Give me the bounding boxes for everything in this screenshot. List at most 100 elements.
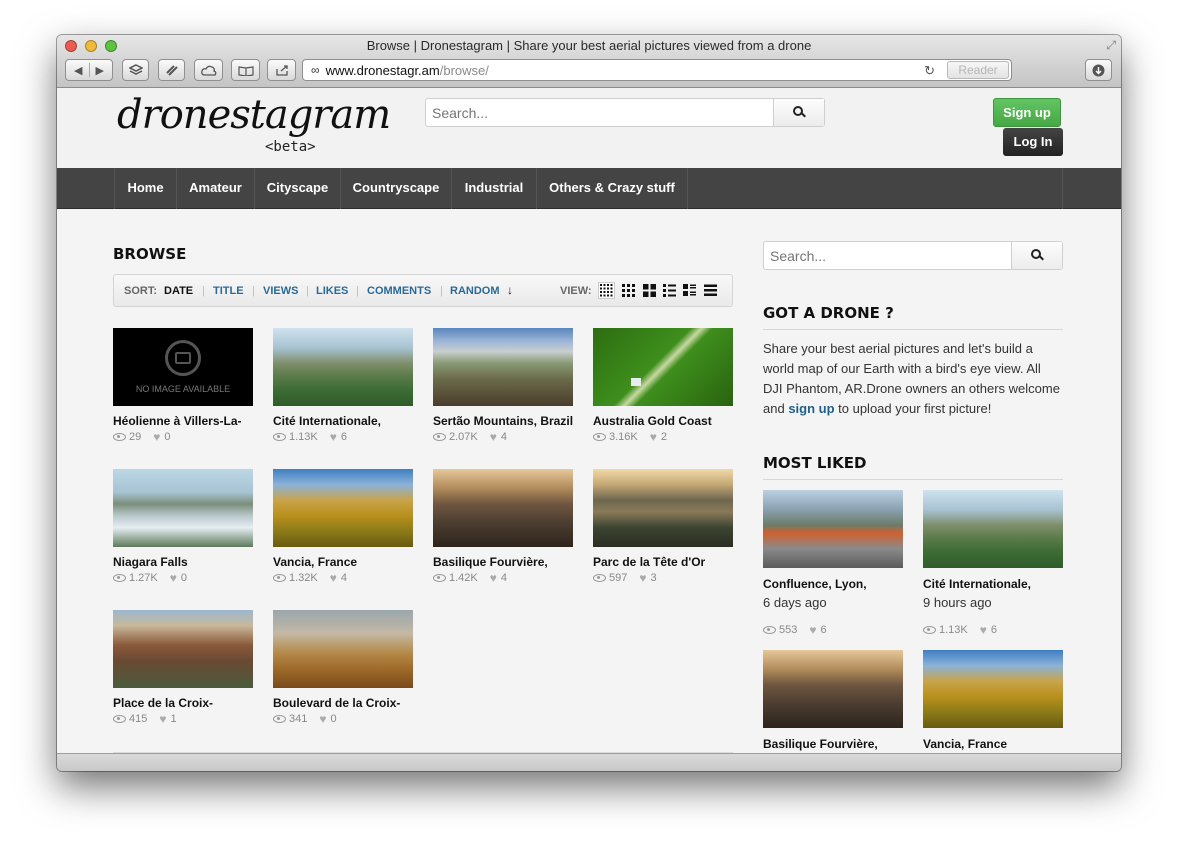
photo-title[interactable]: Héolienne à Villers-La- — [113, 414, 253, 428]
photo-thumbnail[interactable] — [113, 469, 253, 547]
photo-title[interactable]: Basilique Fourvière, — [763, 737, 903, 751]
sort-separator: | — [440, 285, 443, 297]
horizontal-scrollbar[interactable] — [57, 753, 1121, 771]
login-button[interactable]: Log In — [1003, 128, 1063, 156]
view-count: 2.07K — [449, 431, 478, 443]
photo-card[interactable]: Place de la Croix- 415 ♥ 1 — [113, 610, 253, 726]
back-arrow-icon[interactable]: ◀ — [74, 64, 82, 77]
view-small-grid-icon[interactable] — [598, 282, 615, 299]
most-liked-card[interactable]: Confluence, Lyon, 6 days ago 553 ♥ 6 — [763, 490, 903, 637]
photo-title[interactable]: Vancia, France — [923, 737, 1063, 751]
reader-button[interactable]: Reader — [947, 61, 1009, 79]
view-count: 1.13K — [289, 431, 318, 443]
photo-card[interactable]: Boulevard de la Croix- 341 ♥ 0 — [273, 610, 413, 726]
photo-card[interactable]: Niagara Falls 1.27K ♥ 0 — [113, 469, 253, 585]
view-count: 1.32K — [289, 572, 318, 584]
view-list-icon[interactable] — [663, 284, 676, 297]
nav-industrial[interactable]: Industrial — [451, 168, 536, 209]
photo-thumbnail[interactable] — [113, 610, 253, 688]
heart-icon: ♥ — [809, 623, 817, 637]
photo-thumbnail[interactable] — [433, 328, 573, 406]
share-app-button[interactable] — [158, 59, 185, 81]
view-rows-icon[interactable] — [704, 284, 717, 297]
sort-comments[interactable]: COMMENTS — [367, 285, 431, 297]
reload-icon[interactable]: ↻ — [924, 63, 935, 79]
header-search-button[interactable] — [773, 99, 824, 126]
photo-title[interactable]: Basilique Fourvière, — [433, 555, 573, 569]
sidebar-search-input[interactable] — [764, 242, 1012, 269]
divider — [763, 479, 1063, 480]
photo-thumbnail[interactable] — [763, 650, 903, 728]
photo-thumbnail[interactable] — [273, 328, 413, 406]
photo-thumbnail[interactable] — [593, 469, 733, 547]
view-large-grid-icon[interactable] — [643, 284, 656, 297]
photo-thumbnail[interactable] — [923, 490, 1063, 568]
sort-label: SORT: — [124, 285, 157, 297]
sort-likes[interactable]: LIKES — [316, 285, 348, 297]
photo-title[interactable]: Niagara Falls — [113, 555, 253, 569]
photo-card[interactable]: Australia Gold Coast 3.16K ♥ 2 — [593, 328, 733, 444]
most-liked-card[interactable]: Basilique Fourvière, — [763, 650, 903, 751]
photo-thumbnail[interactable] — [273, 610, 413, 688]
photo-title[interactable]: Cité Internationale, — [273, 414, 413, 428]
layers-button[interactable] — [122, 59, 149, 81]
photo-title[interactable]: Confluence, Lyon, — [763, 577, 903, 591]
nav-home[interactable]: Home — [114, 168, 176, 209]
photo-thumbnail[interactable] — [433, 469, 573, 547]
photo-title[interactable]: Boulevard de la Croix- — [273, 696, 413, 710]
site-logo[interactable]: dronestagram — [117, 92, 391, 138]
like-count: 3 — [650, 572, 657, 584]
photo-card[interactable]: Vancia, France 1.32K ♥ 4 — [273, 469, 413, 585]
sort-views[interactable]: VIEWS — [263, 285, 298, 297]
photo-card[interactable]: Basilique Fourvière, 1.42K ♥ 4 — [433, 469, 573, 585]
photo-thumbnail[interactable]: NO IMAGE AVAILABLE — [113, 328, 253, 406]
photo-title[interactable]: Cité Internationale, — [923, 577, 1063, 591]
view-count: 1.27K — [129, 572, 158, 584]
photo-thumbnail[interactable] — [763, 490, 903, 568]
most-liked-card[interactable]: Cité Internationale, 9 hours ago 1.13K ♥ 6 — [923, 490, 1063, 637]
cloud-icon — [200, 65, 216, 76]
nav-others[interactable]: Others & Crazy stuff — [536, 168, 687, 209]
photo-card[interactable]: Cité Internationale, 1.13K ♥ 6 — [273, 328, 413, 444]
reading-list-button[interactable] — [231, 59, 260, 81]
signup-link[interactable]: sign up — [788, 401, 834, 416]
sort-title[interactable]: TITLE — [213, 285, 244, 297]
heart-icon: ♥ — [979, 623, 987, 637]
heart-icon: ♥ — [329, 430, 337, 444]
photo-thumbnail[interactable] — [923, 650, 1063, 728]
photo-card[interactable]: Sertão Mountains, Brazil 2.07K ♥ 4 — [433, 328, 573, 444]
signup-button[interactable]: Sign up — [993, 98, 1061, 127]
view-medium-grid-icon[interactable] — [622, 284, 635, 297]
photo-title[interactable]: Vancia, France — [273, 555, 413, 569]
sort-date[interactable]: DATE — [164, 285, 193, 297]
sort-direction-icon[interactable]: ↓ — [507, 283, 513, 297]
view-detail-list-icon[interactable] — [683, 284, 696, 297]
photo-card[interactable]: NO IMAGE AVAILABLE Héolienne à Villers-L… — [113, 328, 253, 444]
header-search-input[interactable] — [426, 99, 774, 126]
photo-title[interactable]: Australia Gold Coast — [593, 414, 733, 428]
most-liked-card[interactable]: Vancia, France — [923, 650, 1063, 751]
nav-amateur[interactable]: Amateur — [176, 168, 254, 209]
photo-title[interactable]: Sertão Mountains, Brazil — [433, 414, 573, 428]
share-button[interactable] — [267, 59, 296, 81]
photo-thumbnail[interactable] — [273, 469, 413, 547]
photo-title[interactable]: Place de la Croix- — [113, 696, 253, 710]
photo-stats: 415 ♥ 1 — [113, 712, 253, 726]
photo-card[interactable]: Parc de la Tête d'Or 597 ♥ 3 — [593, 469, 733, 585]
address-bar[interactable]: ∞ www.dronestagr.am /browse/ ↻ Reader — [302, 59, 1012, 81]
forward-arrow-icon[interactable]: ▶ — [96, 64, 104, 77]
downloads-button[interactable] — [1085, 59, 1112, 81]
sort-random[interactable]: RANDOM — [450, 285, 500, 297]
nav-countryscape[interactable]: Countryscape — [340, 168, 451, 209]
fullscreen-icon[interactable]: ⤢ — [1106, 38, 1116, 53]
icloud-button[interactable] — [194, 59, 223, 81]
view-count: 415 — [129, 713, 148, 725]
photo-title[interactable]: Parc de la Tête d'Or — [593, 555, 733, 569]
sidebar-search-button[interactable] — [1011, 242, 1062, 269]
nav-cityscape[interactable]: Cityscape — [254, 168, 340, 209]
eye-icon — [273, 433, 286, 441]
photo-stats: 1.32K ♥ 4 — [273, 571, 413, 585]
photo-thumbnail[interactable] — [593, 328, 733, 406]
back-forward-buttons[interactable]: ◀ ▶ — [65, 59, 113, 81]
nav-divider — [687, 168, 688, 209]
